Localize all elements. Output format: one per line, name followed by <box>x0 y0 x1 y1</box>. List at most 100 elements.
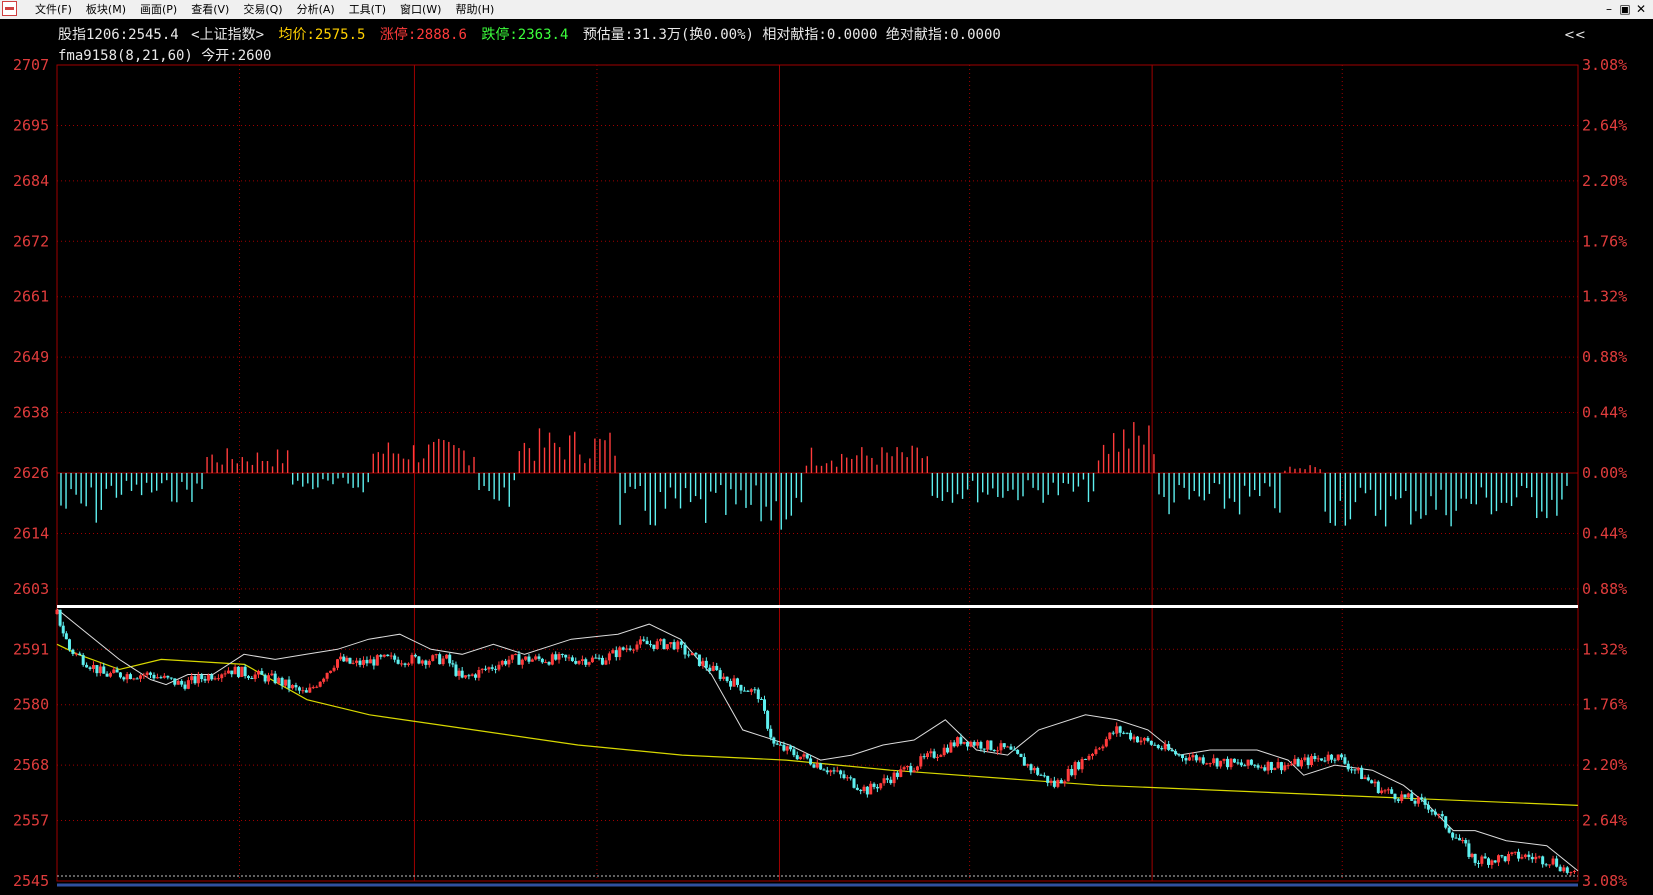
intraday-chart[interactable]: 2707 2695 2684 2672 2661 2649 2638 2626 2614 2603… <box>0 19 1653 895</box>
candle-down <box>1541 856 1545 865</box>
candle-down <box>766 710 770 729</box>
candle-up <box>815 763 819 768</box>
candle-up <box>669 642 673 645</box>
candle-down <box>1360 767 1364 779</box>
candle-down <box>484 668 488 670</box>
candle-down <box>805 754 809 759</box>
candle-up <box>711 665 715 671</box>
menu-analysis[interactable]: 分析(A) <box>290 0 342 19</box>
menu-trade[interactable]: 交易(Q) <box>236 0 289 19</box>
candle-down <box>872 783 876 787</box>
restore-icon[interactable]: ▣ <box>1617 0 1633 19</box>
candle-down <box>159 677 163 679</box>
candle-up <box>1205 763 1209 765</box>
menu-items: 文件(F) 板块(M) 画面(P) 查看(V) 交易(Q) 分析(A) 工具(T… <box>28 0 501 19</box>
candle-down <box>1019 753 1023 758</box>
candle-up <box>389 655 393 657</box>
y-tick-right: 1.32% <box>1582 640 1627 658</box>
y-tick-left: 2557 <box>13 812 49 830</box>
menu-help[interactable]: 帮助(H) <box>448 0 501 19</box>
candle-up <box>1383 790 1387 792</box>
candle-down <box>645 640 649 645</box>
candle-down <box>250 677 254 679</box>
candle-down <box>1464 840 1468 844</box>
candle-up <box>962 741 966 744</box>
menu-file[interactable]: 文件(F) <box>28 0 79 19</box>
candle-down <box>1215 758 1219 767</box>
candle-up <box>1198 757 1202 761</box>
candle-down <box>403 663 407 665</box>
candle-down <box>564 654 568 658</box>
candle-up <box>604 660 608 665</box>
menu-sector[interactable]: 板块(M) <box>79 0 133 19</box>
menu-screen[interactable]: 画面(P) <box>133 0 184 19</box>
candle-down <box>819 763 823 770</box>
candle-up <box>145 672 149 675</box>
candle-up <box>1548 864 1552 866</box>
candle-up <box>1187 757 1191 761</box>
candle-up <box>315 686 319 688</box>
candle-up <box>1080 758 1084 770</box>
candle-up <box>1534 856 1538 860</box>
candle-down <box>1125 732 1129 734</box>
candle-up <box>1497 855 1501 863</box>
y-tick-left: 2638 <box>13 404 49 422</box>
candle-up <box>1087 755 1091 760</box>
menu-window[interactable]: 窗口(W) <box>393 0 448 19</box>
candle-down <box>614 650 618 658</box>
candle-down <box>574 661 578 664</box>
candle-up <box>1273 767 1277 770</box>
candle-up <box>332 667 336 671</box>
candle-down <box>246 676 250 678</box>
candle-down <box>1413 800 1417 804</box>
minimize-icon[interactable]: – <box>1601 0 1617 19</box>
candle-down <box>839 770 843 775</box>
candle-up <box>464 675 468 678</box>
candle-down <box>118 672 122 678</box>
candle-down <box>1111 732 1115 734</box>
candle-up <box>142 674 146 676</box>
candle-up <box>497 664 501 670</box>
candle-up <box>611 650 615 654</box>
candle-up <box>632 649 636 651</box>
candle-down <box>789 746 793 750</box>
candle-up <box>1094 749 1098 754</box>
candle-up <box>590 657 594 663</box>
candle-up <box>635 644 639 650</box>
candle-down <box>128 674 132 680</box>
close-icon[interactable]: ✕ <box>1633 0 1649 19</box>
candle-up <box>256 670 260 675</box>
candle-up <box>155 677 159 679</box>
candle-down <box>527 656 531 662</box>
candle-up <box>322 678 326 682</box>
candle-down <box>1256 765 1260 768</box>
candle-down <box>1430 809 1434 812</box>
candle-up <box>125 674 129 680</box>
candle-up <box>835 770 839 772</box>
candle-up <box>1222 758 1226 761</box>
menu-tools[interactable]: 工具(T) <box>342 0 393 19</box>
candle-down <box>966 741 970 747</box>
limit-down-label: 跌停: <box>481 26 517 43</box>
candle-down <box>594 657 598 659</box>
candle-down <box>704 660 708 668</box>
candle-up <box>1026 764 1030 766</box>
candle-up <box>1310 756 1314 766</box>
candle-up <box>400 663 404 665</box>
candle-up <box>550 654 554 665</box>
candle-up <box>1562 867 1566 872</box>
candle-up <box>1336 754 1340 761</box>
candle-down <box>152 674 156 679</box>
candle-up <box>530 659 534 662</box>
candle-down <box>1296 758 1300 767</box>
candle-down <box>1077 762 1081 770</box>
candle-up <box>1286 765 1290 767</box>
candle-up <box>1551 858 1555 865</box>
candle-down <box>1306 757 1310 766</box>
collapse-button[interactable]: << <box>1564 28 1586 43</box>
candle-up <box>190 676 194 681</box>
menu-view[interactable]: 查看(V) <box>184 0 236 19</box>
candle-up <box>722 676 726 679</box>
candle-down <box>989 740 993 750</box>
candle-down <box>842 774 846 779</box>
